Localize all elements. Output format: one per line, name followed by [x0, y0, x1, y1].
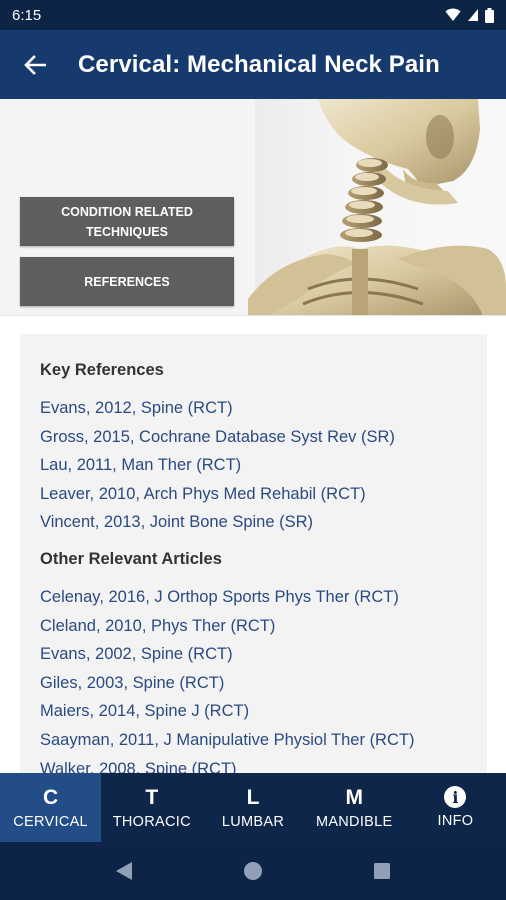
skeleton-image — [248, 99, 506, 315]
tab-info[interactable]: i INFO — [405, 773, 506, 842]
condition-techniques-button[interactable]: CONDITION RELATED TECHNIQUES — [20, 197, 234, 246]
arrow-left-icon — [24, 54, 46, 75]
article-link[interactable]: Saayman, 2011, J Manipulative Physiol Th… — [40, 726, 467, 755]
system-back-button[interactable] — [104, 851, 144, 891]
reference-link[interactable]: Gross, 2015, Cochrane Database Syst Rev … — [40, 423, 467, 452]
reference-link[interactable]: Leaver, 2010, Arch Phys Med Rehabil (RCT… — [40, 480, 467, 509]
status-bar: 6:15 — [0, 0, 506, 30]
system-home-button[interactable] — [233, 851, 273, 891]
system-recents-button[interactable] — [362, 851, 402, 891]
other-articles-title: Other Relevant Articles — [40, 549, 222, 568]
references-button[interactable]: REFERENCES — [20, 257, 234, 306]
tab-label: INFO — [437, 813, 474, 829]
wifi-icon — [445, 8, 461, 21]
circle-home-icon — [243, 862, 262, 880]
tab-label: LUMBAR — [221, 813, 285, 830]
tab-cervical[interactable]: C CERVICAL — [0, 773, 102, 842]
status-time: 6:15 — [12, 6, 42, 24]
app-bar: Cervical: Mechanical Neck Pain — [0, 30, 506, 99]
back-button[interactable] — [0, 30, 70, 99]
tab-thoracic[interactable]: T THORACIC — [101, 773, 202, 842]
article-link[interactable]: Walker, 2008, Spine (RCT) — [40, 755, 467, 773]
key-references-title: Key References — [40, 361, 164, 379]
other-articles-list: Celenay, 2016, J Orthop Sports Phys Ther… — [40, 583, 467, 773]
battery-icon — [485, 7, 494, 23]
tab-mandible[interactable]: M MANDIBLE — [304, 773, 405, 842]
reference-link[interactable]: Evans, 2012, Spine (RCT) — [40, 394, 467, 423]
article-link[interactable]: Maiers, 2014, Spine J (RCT) — [40, 697, 467, 726]
article-link[interactable]: Giles, 2003, Spine (RCT) — [40, 669, 467, 698]
tab-label: CERVICAL — [13, 813, 88, 830]
reference-link[interactable]: Vincent, 2013, Joint Bone Spine (SR) — [40, 508, 467, 537]
triangle-back-icon — [116, 862, 133, 880]
reference-link[interactable]: Lau, 2011, Man Ther (RCT) — [40, 451, 467, 480]
article-link[interactable]: Evans, 2002, Spine (RCT) — [40, 640, 467, 669]
square-recents-icon — [373, 863, 390, 879]
tab-letter: M — [345, 785, 363, 809]
tab-letter: T — [145, 785, 159, 809]
signal-icon — [468, 9, 478, 21]
article-link[interactable]: Celenay, 2016, J Orthop Sports Phys Ther… — [40, 583, 467, 612]
key-references-list: Evans, 2012, Spine (RCT) Gross, 2015, Co… — [40, 394, 467, 537]
hero-section: CONDITION RELATED TECHNIQUES REFERENCES — [0, 99, 506, 316]
system-nav-bar — [0, 842, 506, 900]
tab-lumbar[interactable]: L LUMBAR — [202, 773, 303, 842]
references-content[interactable]: Key References Evans, 2012, Spine (RCT) … — [0, 316, 506, 773]
tab-label: MANDIBLE — [315, 813, 393, 830]
references-card: Key References Evans, 2012, Spine (RCT) … — [20, 334, 487, 773]
page-title: Cervical: Mechanical Neck Pain — [78, 50, 440, 78]
tab-label: THORACIC — [112, 813, 191, 830]
tab-letter: L — [246, 785, 260, 809]
info-icon: i — [444, 786, 467, 808]
bottom-nav: C CERVICAL T THORACIC L LUMBAR M MANDIBL… — [0, 773, 506, 842]
tab-letter: C — [43, 785, 59, 809]
article-link[interactable]: Cleland, 2010, Phys Ther (RCT) — [40, 612, 467, 641]
status-icons — [445, 7, 494, 23]
